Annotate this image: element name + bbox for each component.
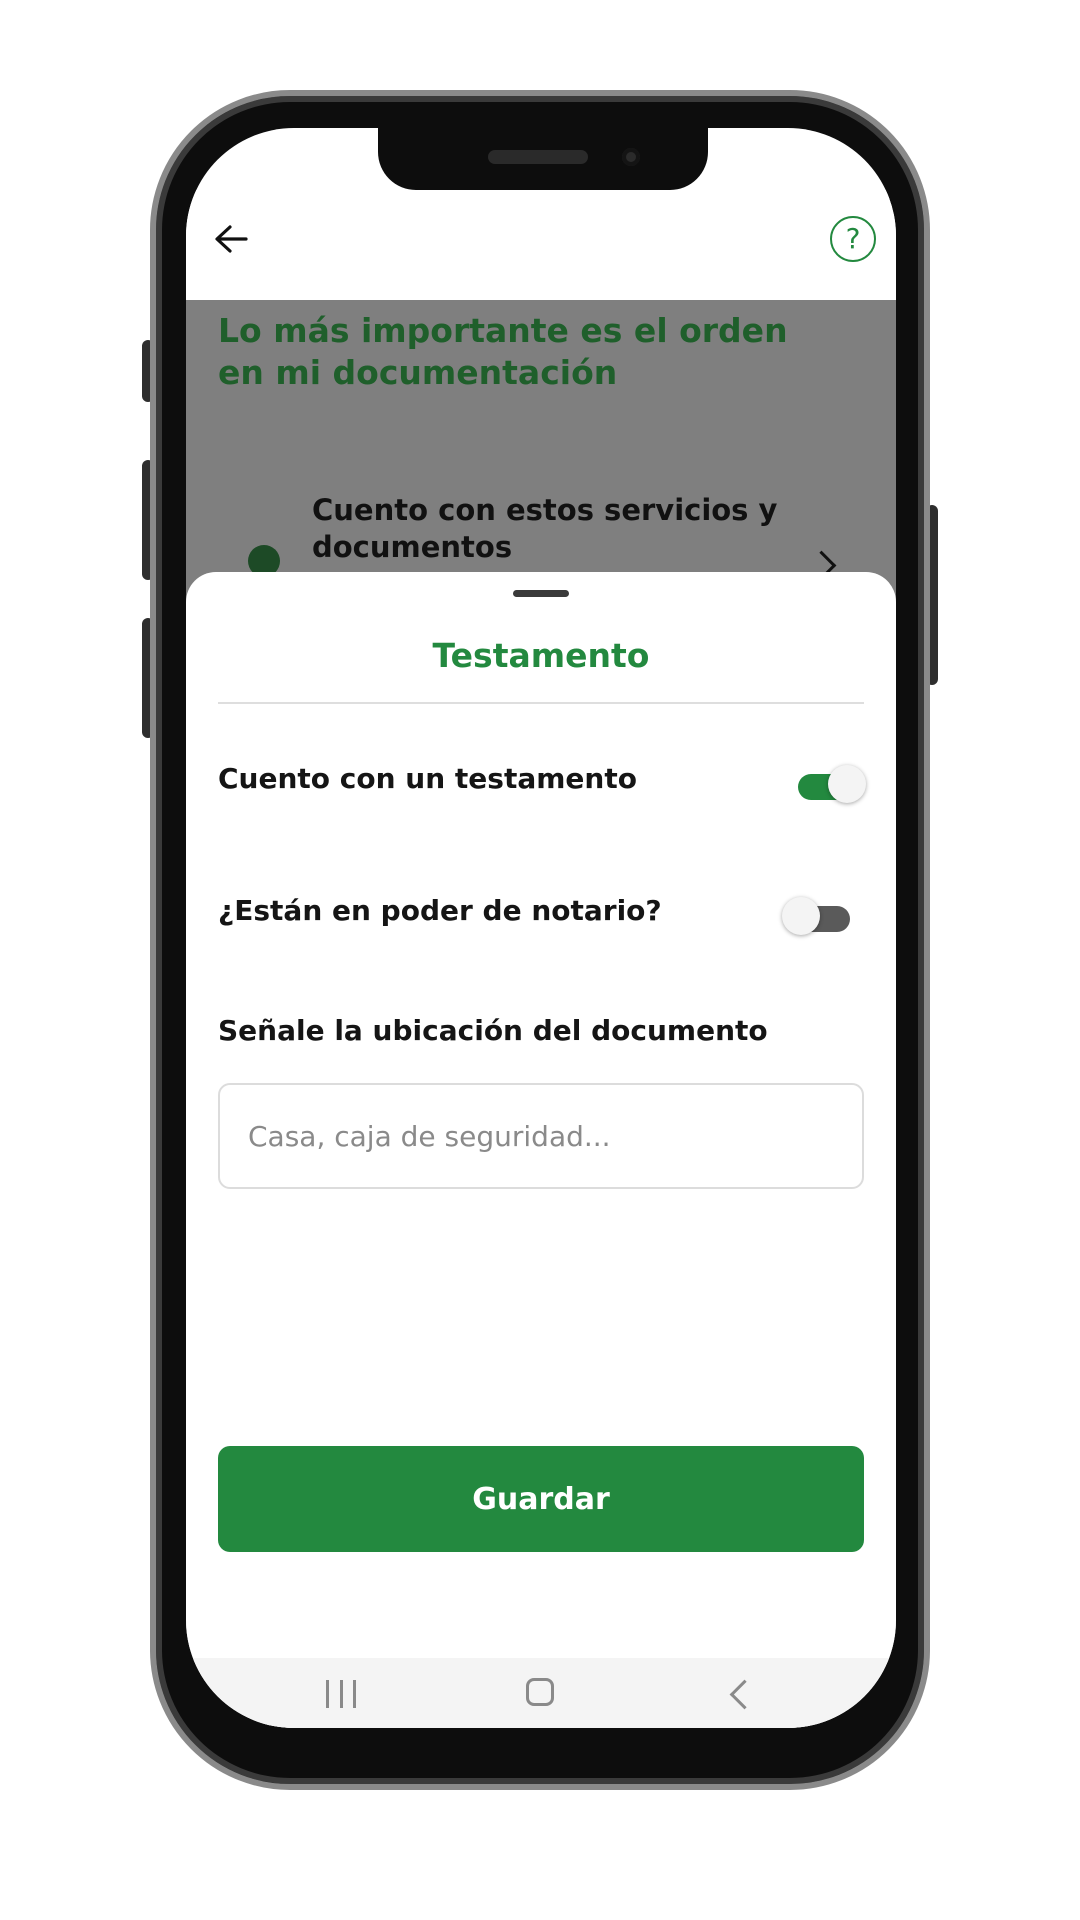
arrow-left-icon (215, 225, 248, 253)
divider (218, 702, 864, 704)
location-input[interactable] (218, 1083, 864, 1189)
background-list-item-label: Cuento con estos servicios y documentos (312, 493, 778, 564)
speaker-grille (488, 150, 588, 164)
switch-knob (828, 765, 866, 803)
background-page-title: Lo más importante es el orden en mi docu… (218, 311, 788, 392)
toggle-label-notary: ¿Están en poder de notario? (218, 894, 662, 927)
phone-screen: Lo más importante es el orden en mi docu… (186, 128, 896, 1728)
sheet-title: Testamento (432, 636, 650, 675)
front-camera (622, 148, 640, 166)
switch-knob (782, 897, 820, 935)
app-bar: ? (186, 190, 896, 300)
phone-notch (378, 128, 708, 190)
save-button[interactable]: Guardar (218, 1446, 864, 1552)
bottom-sheet: Testamento Cuento con un testamento ¿Est… (186, 572, 896, 1728)
has-will-switch[interactable] (798, 765, 866, 803)
recent-apps-icon[interactable] (326, 1680, 356, 1708)
back-button[interactable] (206, 214, 256, 264)
help-button[interactable]: ? (830, 216, 876, 262)
sheet-drag-handle[interactable] (513, 590, 569, 597)
notary-switch[interactable] (782, 897, 850, 935)
toggle-label-has-will: Cuento con un testamento (218, 762, 637, 795)
question-circle-icon: ? (845, 222, 861, 255)
back-icon[interactable] (729, 1679, 760, 1710)
system-nav-bar (186, 1658, 896, 1728)
home-icon[interactable] (526, 1678, 554, 1706)
location-label: Señale la ubicación del documento (218, 1014, 768, 1047)
